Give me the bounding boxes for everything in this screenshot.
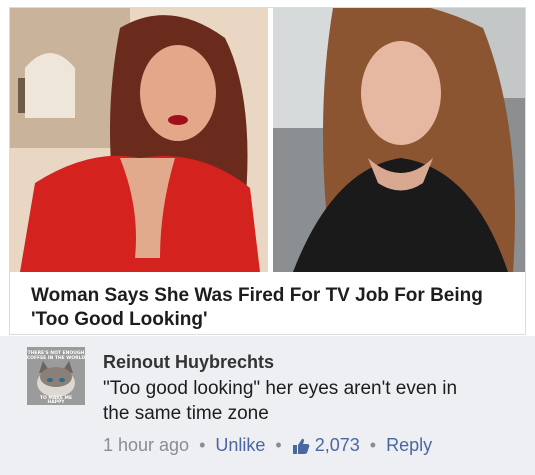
avatar[interactable]: THERE'S NOT ENOUGH COFFEE IN THE WORLD T… bbox=[27, 347, 85, 405]
article-card[interactable]: Woman Says She Was Fired For TV Job For … bbox=[9, 7, 526, 335]
separator-dot: • bbox=[369, 435, 377, 455]
comment-text-line-1: "Too good looking" her eyes aren't even … bbox=[103, 378, 458, 399]
unlike-button[interactable]: Unlike bbox=[215, 435, 265, 456]
headline-line-1: Woman Says She Was Fired For TV Job For … bbox=[31, 285, 483, 306]
comment-text-line-2: the same time zone bbox=[103, 403, 269, 424]
svg-text:COFFEE IN THE WORLD: COFFEE IN THE WORLD bbox=[27, 355, 85, 361]
separator-dot: • bbox=[275, 435, 282, 455]
comment-timestamp[interactable]: 1 hour ago bbox=[103, 435, 189, 456]
like-count[interactable]: 2,073 bbox=[315, 435, 360, 456]
article-photos bbox=[10, 8, 525, 272]
headline-line-2: 'Too Good Looking' bbox=[31, 309, 208, 330]
reply-button[interactable]: Reply bbox=[386, 435, 432, 456]
separator-dot: • bbox=[199, 435, 206, 455]
woman-in-car-selfie-photo bbox=[273, 8, 525, 272]
woman-in-red-dress-photo bbox=[10, 8, 268, 272]
svg-text:HAPPY: HAPPY bbox=[47, 399, 65, 405]
comment: THERE'S NOT ENOUGH COFFEE IN THE WORLD T… bbox=[0, 336, 535, 475]
comment-text: "Too good looking" her eyes aren't even … bbox=[103, 376, 523, 426]
thumbs-up-icon[interactable] bbox=[292, 437, 310, 455]
comment-meta: 1 hour ago • Unlike • 2,073 • Reply bbox=[103, 435, 432, 456]
article-headline[interactable]: Woman Says She Was Fired For TV Job For … bbox=[31, 284, 511, 332]
comment-author[interactable]: Reinout Huybrechts bbox=[103, 352, 274, 373]
